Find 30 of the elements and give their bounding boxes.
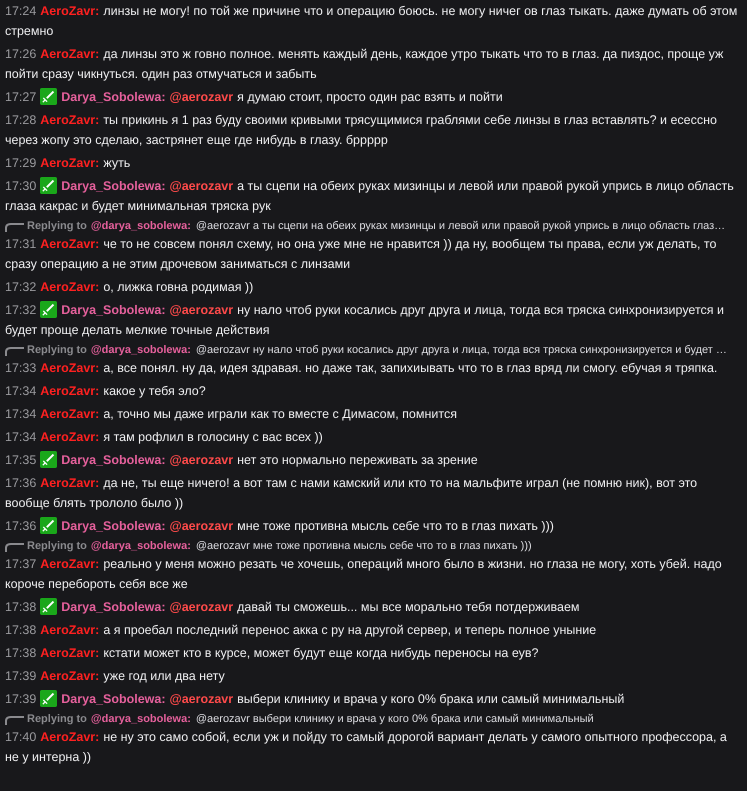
replying-to-label: Replying to bbox=[27, 343, 87, 358]
reply-username[interactable]: @darya_sobolewa: bbox=[90, 219, 191, 234]
chat-message: 17:27 Darya_Sobolewa: @aerozavr я думаю стоит, просто один рас взять и пойти bbox=[5, 87, 504, 107]
chat-message: 17:32 AeroZavr: о, лижка говна родимая )) bbox=[5, 279, 254, 296]
reply-username[interactable]: @darya_sobolewa: bbox=[90, 712, 191, 727]
chat-message: 17:36 AeroZavr: да не, ты еще ничего! а вот там с нами камский или кто то на мальфите играл (не помню ник), вот это вообще блять трололо было )) bbox=[5, 475, 698, 512]
chat-message: 17:38 Darya_Sobolewa: @aerozavr давай ты сможешь... мы все морально тебя потдерживаем bbox=[5, 597, 580, 617]
chat-message: 17:34 AeroZavr: а, точно мы даже играли как то вместе с Димасом, помнится bbox=[5, 406, 458, 423]
chat-message: 17:34 AeroZavr: я там рофлил в голосину с вас всех )) bbox=[5, 429, 324, 446]
chat-message: 17:36 Darya_Sobolewa: @aerozavr мне тоже противна мысль себе что то в глаз пихать ))) bbox=[5, 516, 555, 536]
chat-message: 17:33 AeroZavr: а, все понял. ну да, идея здравая. но даже так, запихиывать что то в глаз вряд ли смогу. ебучая я тряпка. bbox=[5, 360, 718, 377]
reply-text: @aerozavr ну нало чтоб руки косались друг друга и лица, тогда вся тряска синхронизируется и будет … bbox=[196, 343, 727, 358]
reply-text: @aerozavr выбери клинику и врача у кого 0% брака или самый минимальный bbox=[196, 712, 594, 727]
reply-text: @aerozavr мне тоже противна мысль себе что то в глаз пихать ))) bbox=[196, 539, 532, 554]
chat-message: 17:35 Darya_Sobolewa: @aerozavr нет это нормально переживать за зрение bbox=[5, 450, 479, 470]
reply-text: @aerozavr а ты сцепи на обеих руках мизинцы и левой или правой рукой упрись в лицо область глаз… bbox=[196, 219, 726, 234]
reply-username[interactable]: @darya_sobolewa: bbox=[90, 343, 191, 358]
chat-message: 17:38 AeroZavr: кстати может кто в курсе, может будут еще когда нибудь переносы на еув? bbox=[5, 645, 540, 662]
chat-message: 17:39 AeroZavr: уже год или два нету bbox=[5, 668, 226, 685]
chat-message: 17:34 AeroZavr: какое у тебя эло? bbox=[5, 383, 207, 400]
chat-message: 17:38 AeroZavr: а я проебал последний перенос акка с ру на другой сервер, и теперь полное уныние bbox=[5, 622, 598, 639]
replying-to-label: Replying to bbox=[27, 539, 87, 554]
replying-to-label: Replying to bbox=[27, 219, 87, 234]
replying-to-label: Replying to bbox=[27, 712, 87, 727]
chat-message: 17:29 AeroZavr: жуть bbox=[5, 155, 132, 172]
reply-username[interactable]: @darya_sobolewa: bbox=[90, 539, 191, 554]
chat-message: 17:30 Darya_Sobolewa: @aerozavr а ты сцепи на обеих руках мизинцы и левой или правой рукой упрись в лицо область глаза какрас и будет минимальная тряска рук bbox=[5, 176, 735, 215]
chat-message: 17:40 AeroZavr: не ну это само собой, если уж и пойду то самый дорогой вариант делать у самого опытного профессора, а не у интерна )) bbox=[5, 729, 728, 766]
chat-message: 17:39 Darya_Sobolewa: @aerozavr выбери клинику и врача у кого 0% брака или самый минимальный bbox=[5, 689, 626, 709]
chat-message: 17:32 Darya_Sobolewa: @aerozavr ну нало чтоб руки косались друг друга и лица, тогда вся тряска синхронизируется и будет проще делать мелкие точные действия bbox=[5, 300, 726, 339]
